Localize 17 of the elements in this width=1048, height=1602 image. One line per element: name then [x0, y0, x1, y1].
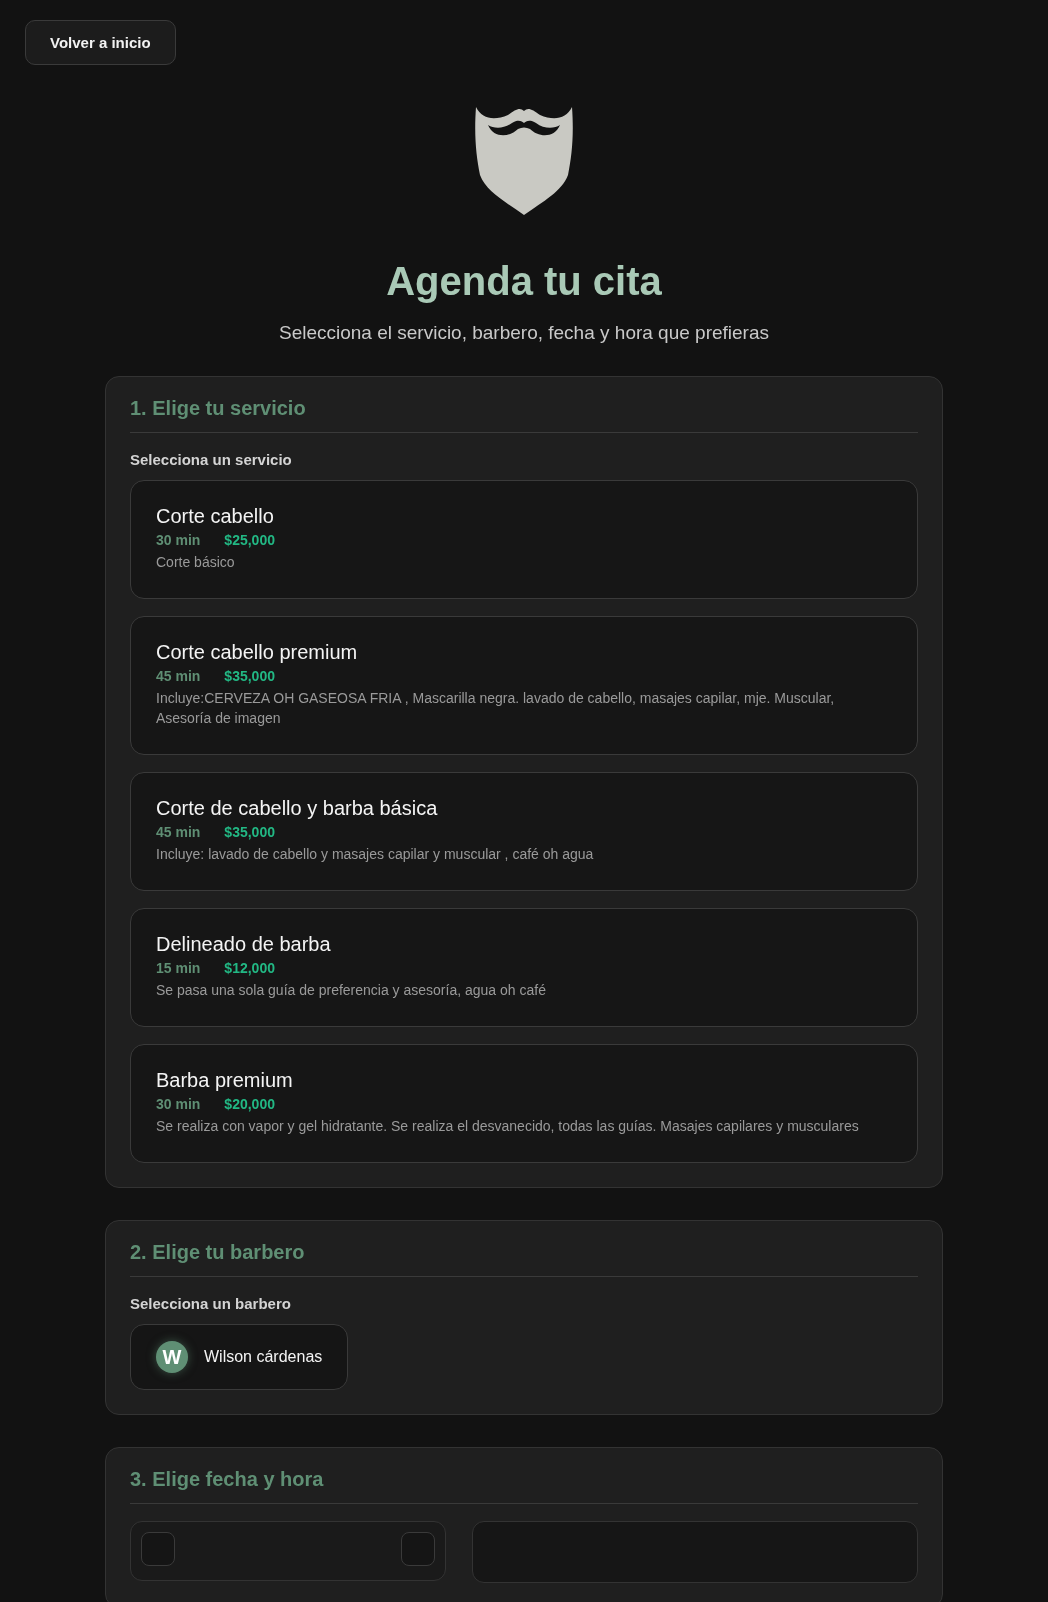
next-month-button[interactable] [401, 1532, 435, 1566]
previous-month-button[interactable] [141, 1532, 175, 1566]
service-card[interactable]: Corte cabello premium 45 min $35,000 Incluye:CERVEZA OH GASEOSA FRIA , Mascarilla negra. lavado de cabello, masajes capilar, mje. Muscular, Asesoría de imagen [130, 616, 918, 755]
page-subtitle: Selecciona el servicio, barbero, fecha y hora que prefieras [278, 322, 770, 344]
beard-logo-icon [474, 105, 574, 215]
page-title: Agenda tu cita [386, 259, 662, 304]
field-label: Selecciona un servicio [130, 451, 293, 468]
service-card[interactable]: Corte cabello 30 min $25,000 Corte básico [130, 480, 918, 599]
barber-option[interactable]: W Wilson cárdenas [130, 1324, 349, 1390]
service-card[interactable]: Corte de cabello y barba básica 45 min $35,000 Incluye: lavado de cabello y masajes capilar y muscular , café oh agua [130, 772, 918, 891]
service-card[interactable]: Barba premium 30 min $20,000 Se realiza con vapor y gel hidratante. Se realiza el desvanecido, todas las guías. Masajes capilares y musculares [130, 1044, 918, 1163]
section-heading: 1. Elige tu servicio [130, 397, 918, 433]
section-heading: 2. Elige tu barbero [130, 1241, 918, 1277]
field-label: Selecciona un barbero [130, 1295, 292, 1312]
back-button[interactable]: Volver a inicio [25, 20, 176, 65]
service-card[interactable]: Delineado de barba 15 min $12,000 Se pasa una sola guía de preferencia y asesoría, agua oh café [130, 908, 918, 1027]
section-heading: 3. Elige fecha y hora [130, 1468, 918, 1504]
